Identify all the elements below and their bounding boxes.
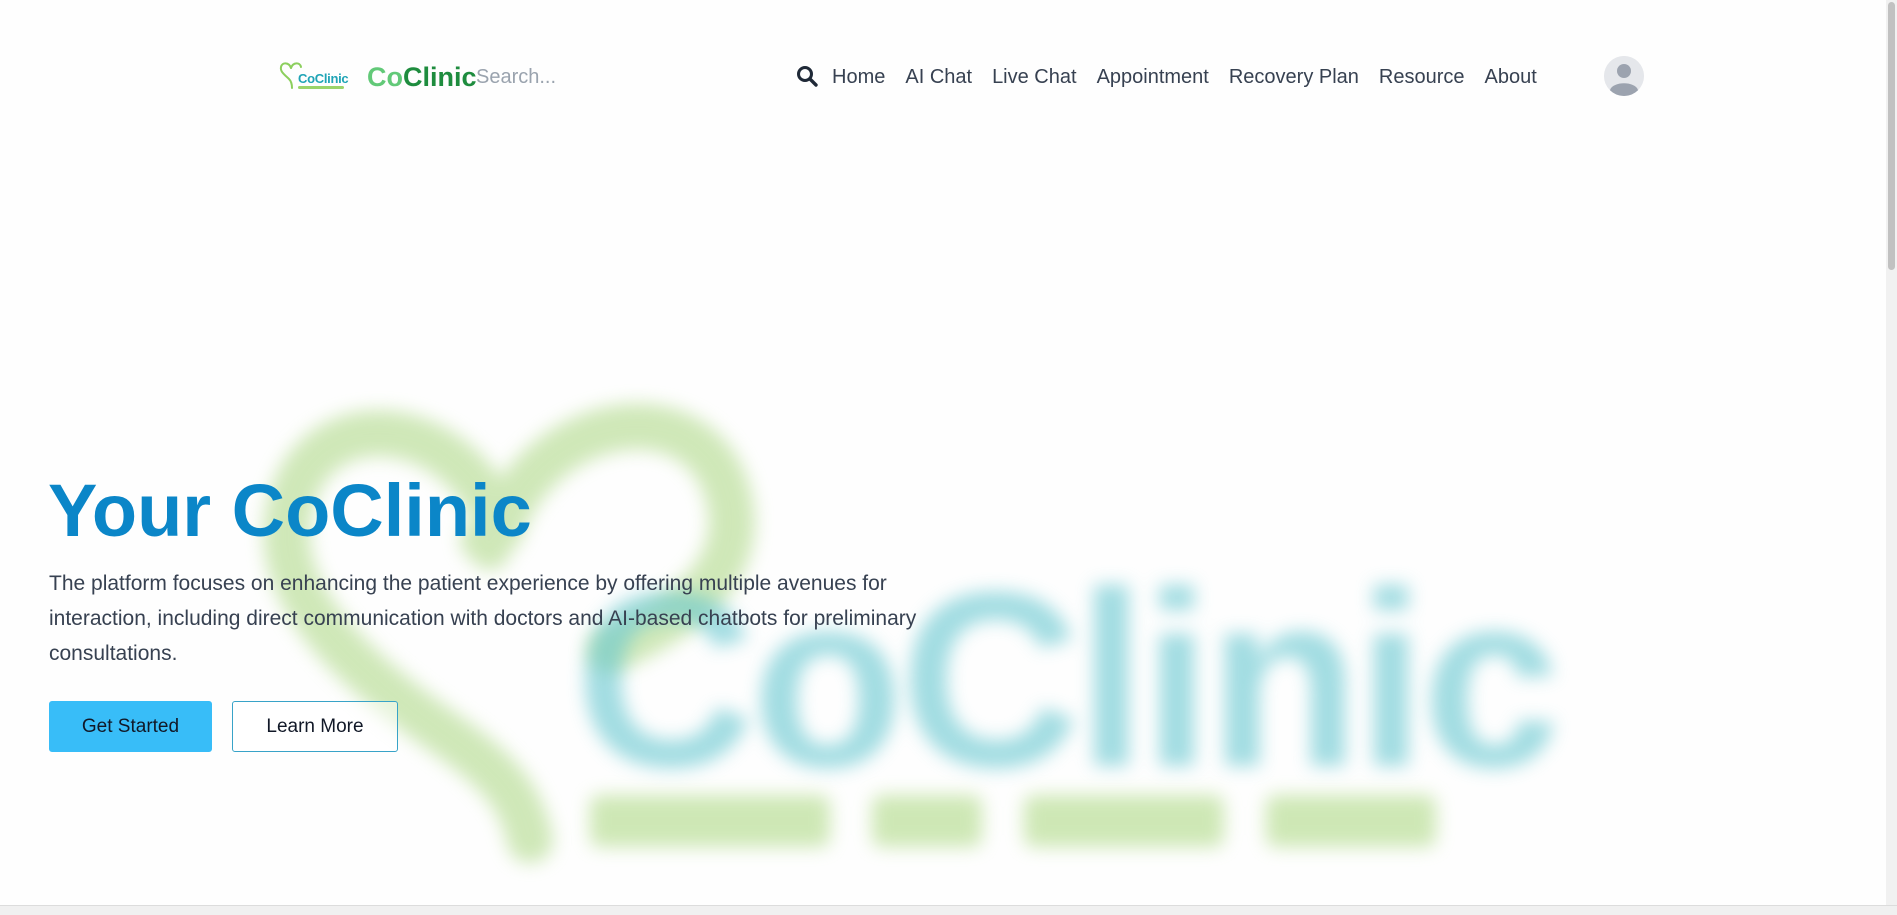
nav-recovery-plan[interactable]: Recovery Plan xyxy=(1229,66,1359,89)
nav-live-chat[interactable]: Live Chat xyxy=(992,66,1077,89)
tagline-block xyxy=(1266,795,1436,847)
nav-appointment[interactable]: Appointment xyxy=(1097,66,1209,89)
tagline-block xyxy=(590,795,830,847)
scrollbar-thumb[interactable] xyxy=(1888,2,1895,270)
nav-resource[interactable]: Resource xyxy=(1379,66,1465,89)
nav-about[interactable]: About xyxy=(1485,66,1537,89)
search-input[interactable] xyxy=(472,60,780,94)
get-started-button[interactable]: Get Started xyxy=(49,701,212,752)
main-nav: Home AI Chat Live Chat Appointment Recov… xyxy=(832,60,1537,94)
site-header: CoClinic CoClinic Home AI Chat Live Chat… xyxy=(0,0,1897,155)
hero-title: Your CoClinic xyxy=(48,469,532,552)
user-avatar-icon xyxy=(1604,56,1644,96)
brand-name-part1: Co xyxy=(367,62,403,92)
tagline-block xyxy=(1024,795,1224,847)
search-icon[interactable] xyxy=(795,64,819,88)
brand-logo-tagline xyxy=(298,86,344,89)
brand-name[interactable]: CoClinic xyxy=(367,60,477,94)
nav-ai-chat[interactable]: AI Chat xyxy=(905,66,972,89)
horizontal-scrollbar xyxy=(0,905,1897,915)
page: CoClinic CoClinic CoClinic Home xyxy=(0,0,1897,915)
brand-logo-text: CoClinic xyxy=(298,71,349,86)
brand-name-part2: Clinic xyxy=(403,62,477,92)
tagline-block xyxy=(872,795,982,847)
hero-description: The platform focuses on enhancing the pa… xyxy=(49,572,917,665)
learn-more-button[interactable]: Learn More xyxy=(232,701,398,752)
nav-home[interactable]: Home xyxy=(832,66,885,89)
background-logo-tagline xyxy=(590,795,1436,847)
brand-logo[interactable]: CoClinic xyxy=(279,58,349,94)
avatar[interactable] xyxy=(1604,56,1644,96)
